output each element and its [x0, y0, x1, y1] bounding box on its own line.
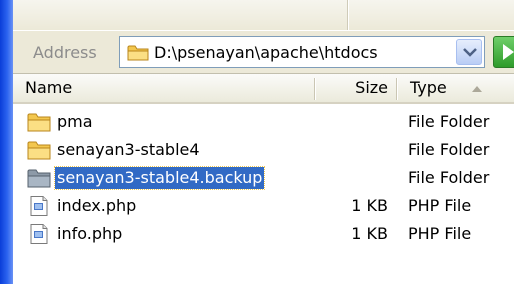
file-name: pma: [57, 112, 93, 131]
file-name: info.php: [57, 224, 123, 243]
php-file-icon: [30, 196, 48, 216]
address-path: D:\psenayan\apache\htdocs: [154, 43, 378, 62]
address-label: Address: [33, 43, 97, 62]
file-name: index.php: [57, 196, 137, 215]
file-type: File Folder: [408, 140, 490, 159]
file-name: senayan3-stable4.backup: [53, 166, 266, 190]
file-row-info-php[interactable]: info.php 1 KB PHP File: [13, 220, 514, 248]
toolbar-separator: [347, 0, 349, 30]
column-header-size[interactable]: Size: [314, 74, 396, 102]
file-list: pma File Folder senayan3-stable4 File Fo…: [13, 104, 514, 284]
file-name: senayan3-stable4: [57, 140, 200, 159]
folder-icon: [27, 113, 51, 132]
file-type: PHP File: [408, 224, 472, 243]
column-header: Name Size Type: [13, 74, 514, 104]
window-frame-left: [0, 0, 13, 284]
address-dropdown-button[interactable]: [456, 39, 482, 65]
file-type: File Folder: [408, 112, 490, 131]
sort-ascending-icon: [472, 86, 482, 92]
file-size: 1 KB: [351, 224, 388, 243]
column-header-name[interactable]: Name: [13, 74, 314, 102]
go-button[interactable]: [493, 36, 514, 68]
php-file-icon: [30, 224, 48, 244]
file-row-senayan3-stable4-backup[interactable]: senayan3-stable4.backup File Folder: [13, 164, 514, 192]
chevron-down-icon: [463, 48, 477, 57]
address-input[interactable]: D:\psenayan\apache\htdocs: [119, 36, 485, 68]
file-size: 1 KB: [351, 196, 388, 215]
folder-icon: [27, 169, 51, 188]
file-type: File Folder: [408, 168, 490, 187]
folder-icon: [127, 45, 149, 61]
folder-icon: [27, 141, 51, 160]
toolbar-strip: [0, 0, 514, 30]
column-header-type[interactable]: Type: [396, 74, 514, 102]
explorer-window: Address D:\psenayan\apache\htdocs Name S…: [0, 0, 514, 284]
file-row-senayan3-stable4[interactable]: senayan3-stable4 File Folder: [13, 136, 514, 164]
address-bar: Address D:\psenayan\apache\htdocs: [13, 30, 514, 74]
file-row-pma[interactable]: pma File Folder: [13, 108, 514, 136]
file-row-index-php[interactable]: index.php 1 KB PHP File: [13, 192, 514, 220]
file-type: PHP File: [408, 196, 472, 215]
